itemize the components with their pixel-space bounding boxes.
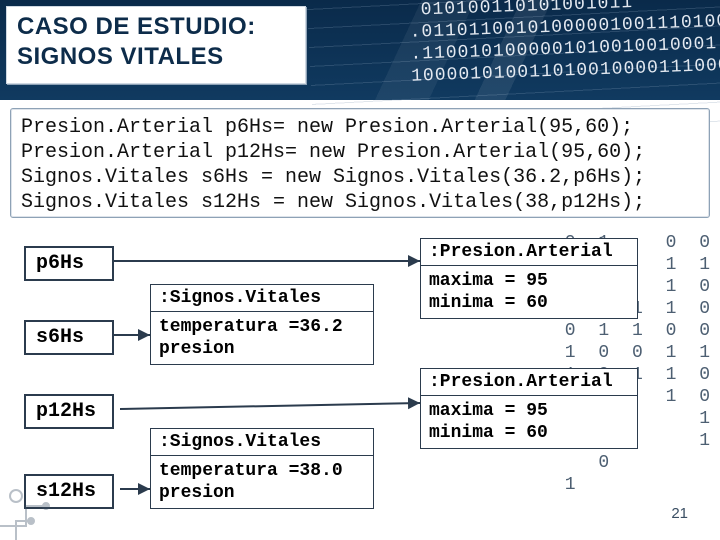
binary-decor-text: 010100110101001011 .01101100101000001001… xyxy=(408,0,720,88)
sv1-temperatura: temperatura =36.2 xyxy=(159,316,365,338)
code-block: Presion.Arterial p6Hs= new Presion.Arter… xyxy=(10,108,710,218)
title-card: CASO DE ESTUDIO: SIGNOS VITALES xyxy=(6,6,306,84)
object-signos-vitales-1: :Signos.Vitales temperatura =36.2 presio… xyxy=(150,284,374,365)
object-signos-vitales-2: :Signos.Vitales temperatura =38.0 presio… xyxy=(150,428,374,509)
object-presion-arterial-1: :Presion.Arterial maxima = 95 minima = 6… xyxy=(420,238,638,319)
sv1-title: :Signos.Vitales xyxy=(151,285,373,311)
object-presion-arterial-2: :Presion.Arterial maxima = 95 minima = 6… xyxy=(420,368,638,449)
ref-p12Hs: p12Hs xyxy=(24,394,114,429)
slide: 010100110101001011 .01101100101000001001… xyxy=(0,0,720,540)
pa2-minima: minima = 60 xyxy=(429,422,629,444)
sv2-presion: presion xyxy=(159,482,365,504)
page-number: 21 xyxy=(671,505,688,522)
sv2-title: :Signos.Vitales xyxy=(151,429,373,455)
ref-s6Hs: s6Hs xyxy=(24,320,114,355)
sv2-temperatura: temperatura =38.0 xyxy=(159,460,365,482)
pa1-maxima: maxima = 95 xyxy=(429,270,629,292)
sv1-presion: presion xyxy=(159,338,365,360)
ref-p6Hs: p6Hs xyxy=(24,246,114,281)
title-line2: SIGNOS VITALES xyxy=(17,43,295,71)
object-diagram: 0 1 0 0 1 1 1 0 0 1 1 1 0 0 1 1 0 0 1 0 … xyxy=(0,228,720,540)
title-line1: CASO DE ESTUDIO: xyxy=(17,13,295,41)
pa2-title: :Presion.Arterial xyxy=(421,369,637,395)
pa2-maxima: maxima = 95 xyxy=(429,400,629,422)
pa1-title: :Presion.Arterial xyxy=(421,239,637,265)
circuit-decor-icon xyxy=(0,466,76,540)
code-text: Presion.Arterial p6Hs= new Presion.Arter… xyxy=(21,115,699,215)
pa1-minima: minima = 60 xyxy=(429,292,629,314)
